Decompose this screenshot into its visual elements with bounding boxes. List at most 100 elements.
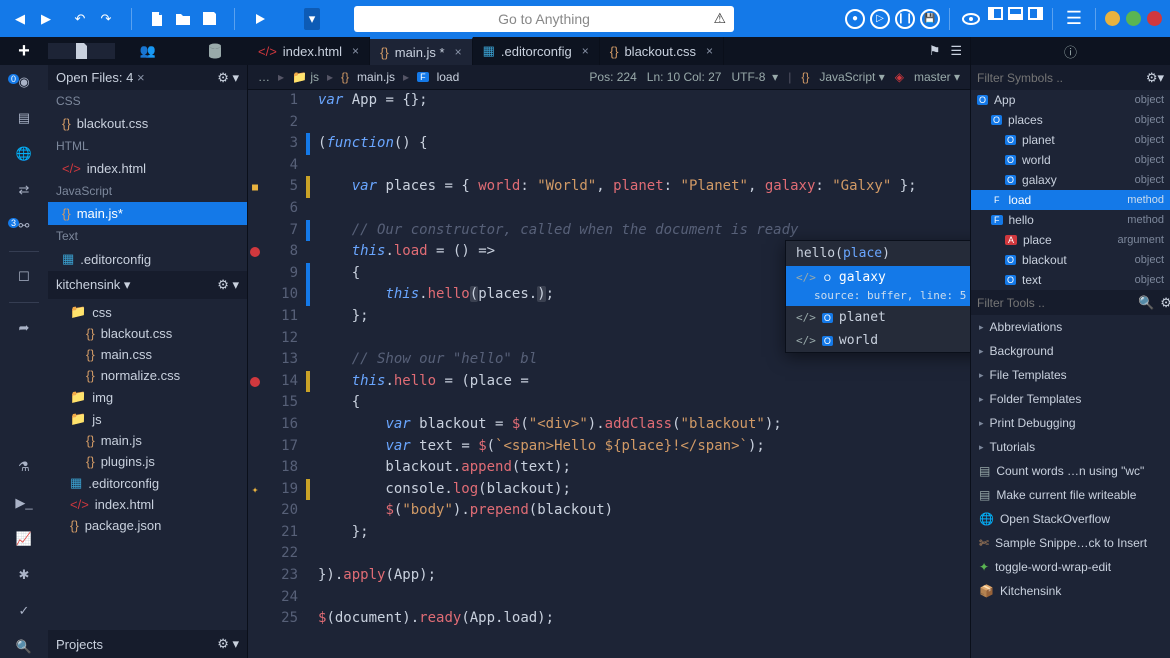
file-tab[interactable]: </>index.html× (248, 37, 370, 65)
record-macro-button[interactable]: ● (845, 9, 865, 29)
rail-sync-icon[interactable]: ⇄ (11, 179, 37, 201)
line-number[interactable]: 21 (262, 522, 298, 544)
sidebar-tab-db[interactable] (181, 43, 248, 59)
new-tab-button[interactable]: + (12, 39, 36, 63)
tree-folder[interactable]: 📁js (48, 408, 247, 430)
open-file-item[interactable]: ▦.editorconfig (48, 247, 247, 271)
tree-folder[interactable]: 📁img (48, 386, 247, 408)
tree-file[interactable]: {}normalize.css (48, 365, 247, 386)
gear-icon[interactable]: ⚙▾ (1146, 70, 1164, 86)
tool-category[interactable]: ▸Folder Templates (971, 387, 1170, 411)
code-line[interactable]: { (318, 392, 970, 414)
tree-file[interactable]: </>index.html (48, 494, 247, 515)
tool-category[interactable]: ▸Tutorials (971, 435, 1170, 459)
autocomplete-item[interactable]: </>Ogalaxyobject (786, 266, 970, 289)
crumb-symbol[interactable]: load (437, 70, 460, 84)
line-number[interactable]: 5 (262, 176, 298, 198)
code-line[interactable]: $("body").prepend(blackout) (318, 500, 970, 522)
projects-footer[interactable]: Projects ⚙ ▾ (48, 630, 247, 658)
sidebar-tab-files[interactable] (48, 43, 115, 59)
gear-icon[interactable]: ⚙ ▾ (217, 277, 239, 293)
encoding-dropdown[interactable]: UTF-8 ▾ (731, 70, 778, 84)
rail-star-icon[interactable]: ✱ (11, 564, 37, 586)
open-file-item[interactable]: {}main.js* (48, 202, 247, 225)
gutter-mark[interactable] (248, 349, 262, 371)
nav-fwd-button[interactable]: ▶ (34, 7, 58, 31)
redo-button[interactable]: ↷ (94, 7, 118, 31)
code-line[interactable]: (function() { (318, 133, 970, 155)
gutter-mark[interactable] (248, 284, 262, 306)
tree-file[interactable]: {}package.json (48, 515, 247, 536)
line-number[interactable]: 7 (262, 220, 298, 242)
rail-lines-icon[interactable]: ▤ (11, 107, 37, 129)
code-line[interactable]: var App = {}; (318, 90, 970, 112)
tree-file[interactable]: ▦.editorconfig (48, 472, 247, 494)
symbol-item[interactable]: Oworldobject (971, 150, 1170, 170)
tree-file[interactable]: {}main.css (48, 344, 247, 365)
maximize-icon[interactable] (1126, 11, 1141, 26)
gutter-mark[interactable] (248, 543, 262, 565)
gutter-mark[interactable] (248, 457, 262, 479)
tree-file[interactable]: {}blackout.css (48, 323, 247, 344)
file-tab[interactable]: {}main.js *× (370, 37, 473, 65)
rail-badge-icon[interactable]: 0◉ (11, 71, 37, 93)
symbol-item[interactable]: Ogalaxyobject (971, 170, 1170, 190)
search-icon[interactable]: 🔍 (1138, 295, 1154, 311)
symbol-item[interactable]: Oblackoutobject (971, 250, 1170, 270)
tab-flag-icon[interactable]: ⚑ (929, 43, 941, 59)
code-line[interactable]: var text = $(`<span>Hello ${place}!</spa… (318, 436, 970, 458)
crumb-folder[interactable]: 📁 js (292, 70, 319, 84)
gutter-mark[interactable] (248, 436, 262, 458)
project-header[interactable]: kitchensink ▾ ⚙ ▾ (48, 271, 247, 299)
gutter-mark[interactable] (248, 241, 262, 263)
line-number[interactable]: 6 (262, 198, 298, 220)
tool-item[interactable]: ✦toggle-word-wrap-edit (971, 555, 1170, 579)
symbol-item[interactable]: Oplacesobject (971, 110, 1170, 130)
line-number[interactable]: 25 (262, 608, 298, 630)
rail-share-icon[interactable]: ➦ (11, 317, 37, 339)
code-line[interactable] (318, 587, 970, 609)
line-number[interactable]: 19 (262, 479, 298, 501)
symbol-item[interactable]: OAppobject (971, 90, 1170, 110)
line-number[interactable]: 20 (262, 500, 298, 522)
tree-file[interactable]: {}main.js (48, 430, 247, 451)
crumb-ellipsis[interactable]: … (258, 70, 270, 84)
language-dropdown[interactable]: JavaScript ▾ (819, 70, 884, 84)
rail-globe-icon[interactable]: 🌐 (11, 143, 37, 165)
tool-item[interactable]: ▤Make current file writeable (971, 483, 1170, 507)
tree-file[interactable]: {}plugins.js (48, 451, 247, 472)
rail-branch-icon[interactable]: 3⚯ (11, 215, 37, 237)
gutter-mark[interactable] (248, 565, 262, 587)
code-line[interactable] (318, 112, 970, 134)
gutter-mark[interactable] (248, 608, 262, 630)
code-line[interactable]: console.log(blackout); (318, 479, 970, 501)
run-button[interactable] (248, 7, 272, 31)
gutter-mark[interactable] (248, 371, 262, 393)
file-tab[interactable]: {}blackout.css× (600, 37, 724, 65)
tool-category[interactable]: ▸Background (971, 339, 1170, 363)
tool-item[interactable]: 🌐Open StackOverflow (971, 507, 1170, 531)
gutter-mark[interactable] (248, 328, 262, 350)
gear-icon[interactable]: ⚙▾ (1160, 295, 1170, 311)
gutter-mark[interactable]: ✦ (248, 479, 262, 501)
sidebar-tab-collab[interactable]: 👥 (115, 43, 182, 59)
play-macro-button[interactable]: ▷ (870, 9, 890, 29)
symbol-item[interactable]: Fhellomethod (971, 210, 1170, 230)
save-macro-button[interactable]: 💾 (920, 9, 940, 29)
filter-symbols-input[interactable] (977, 71, 1140, 85)
line-number[interactable]: 23 (262, 565, 298, 587)
autocomplete-item[interactable]: </>Oplanetobject (786, 306, 970, 329)
gutter-mark[interactable] (248, 112, 262, 134)
gutter-mark[interactable] (248, 90, 262, 112)
code-line[interactable]: var blackout = $("<div>").addClass("blac… (318, 414, 970, 436)
code-line[interactable] (318, 198, 970, 220)
undo-button[interactable]: ↶ (68, 7, 92, 31)
code-line[interactable]: }; (318, 522, 970, 544)
layout-bottom-icon[interactable] (1008, 7, 1023, 20)
line-number[interactable]: 9 (262, 263, 298, 285)
gutter-mark[interactable] (248, 392, 262, 414)
line-number[interactable]: 3 (262, 133, 298, 155)
gutter-mark[interactable] (248, 500, 262, 522)
rail-search-icon[interactable]: 🔍 (11, 636, 37, 658)
code-line[interactable]: blackout.append(text); (318, 457, 970, 479)
